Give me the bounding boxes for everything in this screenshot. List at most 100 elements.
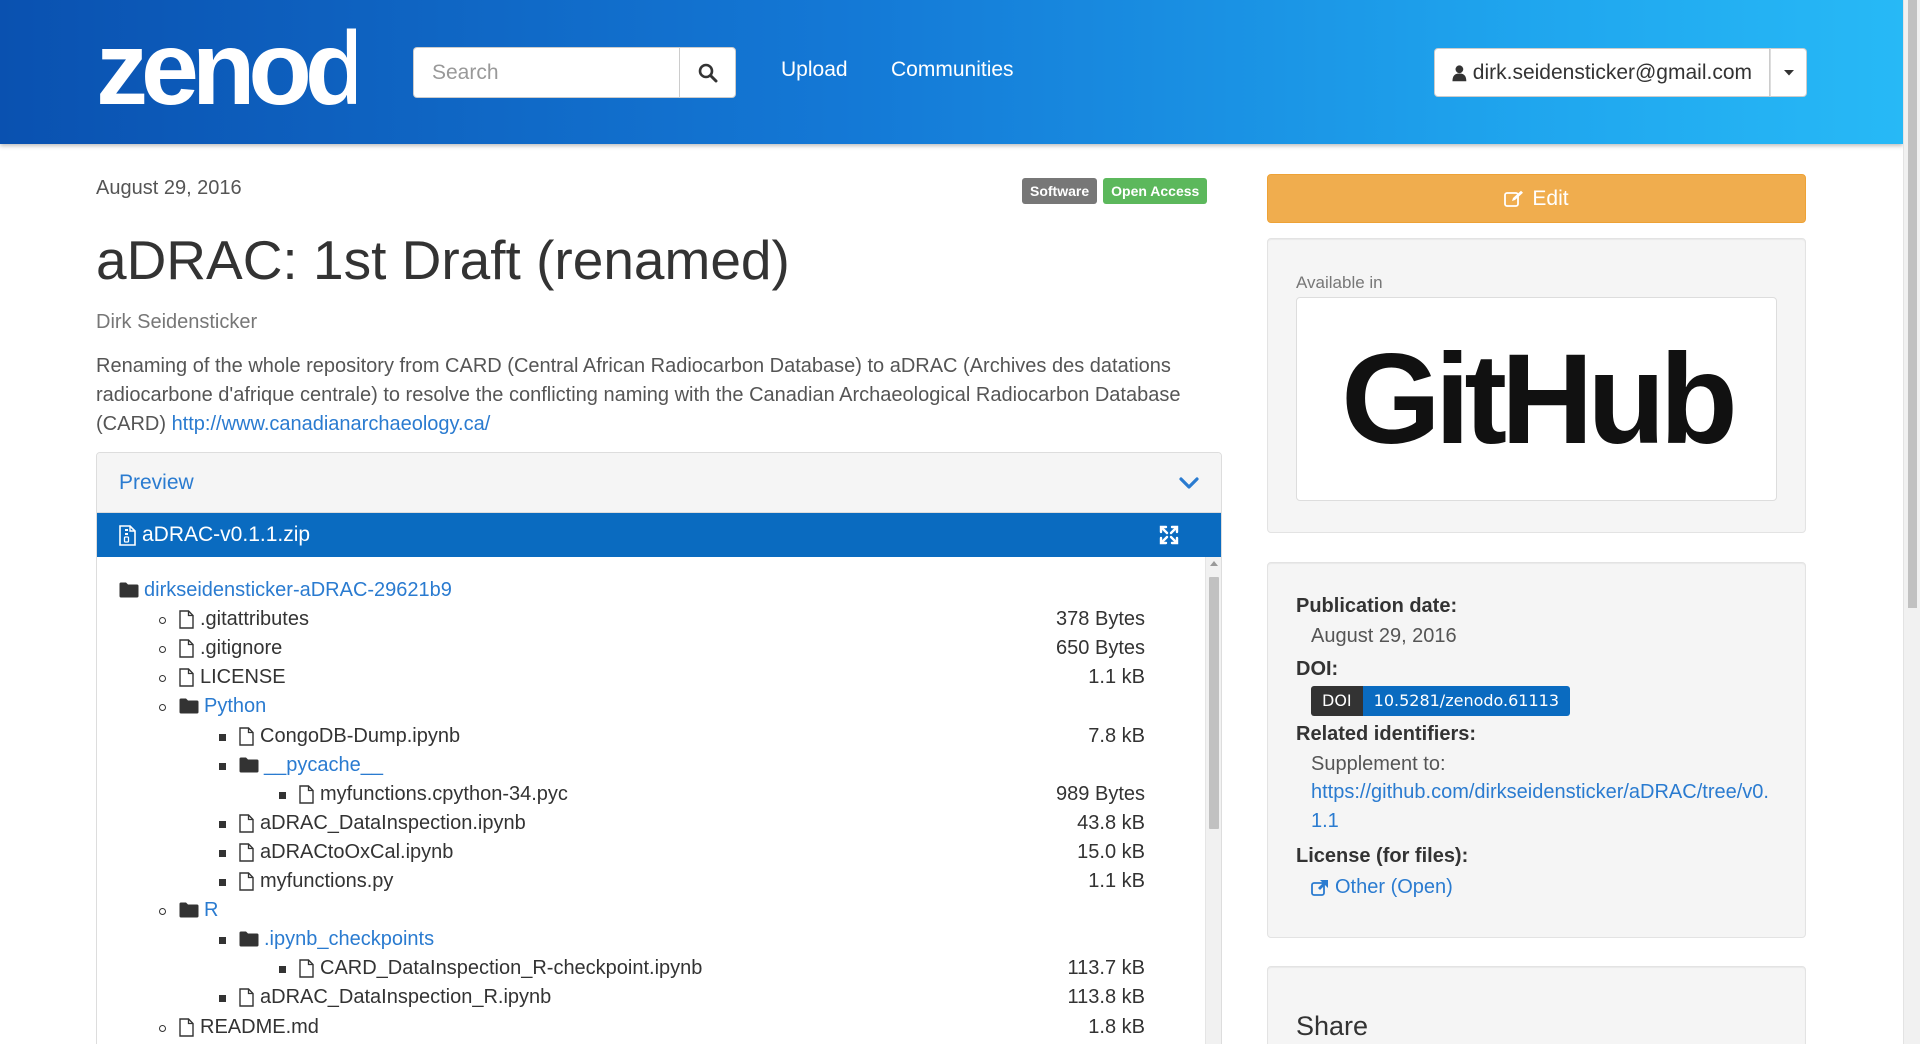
folder-icon (179, 697, 199, 720)
publication-date-label: Publication date: (1296, 595, 1458, 617)
tree-bullet (159, 1024, 166, 1032)
folder-name[interactable]: dirkseidensticker-aDRAC-29621b9 (144, 579, 452, 602)
page-scroll-thumb[interactable] (1908, 0, 1917, 608)
license-link[interactable]: Other (Open) (1311, 873, 1453, 902)
description-link[interactable]: http://www.canadianarchaeology.ca/ (172, 413, 491, 435)
record-badges: Software Open Access (1022, 178, 1208, 204)
search-input[interactable] (413, 47, 679, 98)
license-label: License (for files): (1296, 845, 1469, 867)
file-size: 1.8 kB (1088, 1015, 1145, 1038)
file-name: aDRAC_DataInspection.ipynb (260, 811, 526, 834)
file-name: CongoDB-Dump.ipynb (260, 724, 461, 747)
tree-bullet (219, 879, 226, 886)
record-description: Renaming of the whole repository from CA… (96, 352, 1226, 439)
folder-name[interactable]: R (204, 899, 218, 922)
nav-communities-link[interactable]: Communities (891, 58, 1014, 82)
user-account-button[interactable]: dirk.seidensticker@gmail.com (1434, 48, 1770, 97)
file-size: 43.8 kB (1077, 811, 1145, 834)
zip-file-icon (119, 524, 136, 546)
tree-bullet (159, 908, 166, 916)
tree-bullet (219, 762, 226, 770)
file-icon (239, 814, 254, 839)
folder-icon (239, 756, 259, 779)
file-size: 113.7 kB (1067, 957, 1145, 980)
tree-folder-row[interactable]: R (97, 897, 1187, 926)
page-scrollbar[interactable] (1903, 0, 1920, 1044)
file-tree: dirkseidensticker-aDRAC-29621b9 .gitattri… (97, 557, 1221, 1044)
file-icon (179, 1017, 194, 1043)
file-name: CARD_DataInspection_R-checkpoint.ipynb (320, 957, 703, 980)
user-dropdown-toggle[interactable] (1770, 48, 1807, 97)
file-icon (299, 784, 314, 810)
doi-label: DOI: (1296, 658, 1339, 680)
preview-scroll-thumb[interactable] (1209, 577, 1219, 829)
folder-name[interactable]: __pycache__ (264, 754, 383, 777)
github-link[interactable]: GitHub (1296, 297, 1777, 501)
file-icon (239, 726, 254, 752)
tree-file-row: aDRACtoOxCal.ipynb 15.0 kB (97, 839, 1187, 868)
file-name: LICENSE (200, 666, 286, 689)
scroll-up-arrow[interactable] (1210, 561, 1218, 566)
share-title: Share (1296, 1011, 1369, 1041)
expand-icon[interactable] (1159, 525, 1179, 545)
folder-icon (239, 930, 259, 953)
file-name: aDRACtoOxCal.ipynb (260, 840, 454, 863)
record-date: August 29, 2016 (96, 177, 242, 199)
tree-bullet (279, 966, 286, 974)
tree-folder-row[interactable]: .ipynb_checkpoints (97, 926, 1187, 955)
tree-file-row: CARD_DataInspection_R-checkpoint.ipynb 11… (97, 955, 1187, 984)
logo-text: zenodo (96, 20, 356, 116)
related-relation: Supplement to: (1311, 753, 1446, 775)
nav-upload-link[interactable]: Upload (781, 58, 848, 82)
tree-bullet (279, 791, 286, 799)
external-link-icon (1311, 879, 1328, 896)
doi-badge[interactable]: DOI 10.5281/zenodo.61113 (1311, 686, 1571, 716)
folder-icon (179, 901, 199, 924)
tree-bullet (219, 995, 226, 1003)
tree-file-row: .gitignore 650 Bytes (97, 635, 1187, 664)
tree-folder-row[interactable]: __pycache__ (97, 752, 1187, 781)
edit-icon (1504, 190, 1524, 207)
share-panel: Share (1267, 966, 1806, 1044)
search-button[interactable] (679, 47, 736, 98)
tree-bullet (219, 733, 226, 741)
tree-bullet (219, 849, 226, 857)
file-icon (239, 872, 254, 897)
folder-icon (119, 581, 139, 604)
tree-bullet (159, 675, 166, 683)
publication-date-value: August 29, 2016 (1311, 625, 1457, 647)
user-menu: dirk.seidensticker@gmail.com (1434, 48, 1807, 97)
folder-name[interactable]: Python (204, 695, 266, 718)
tree-folder-row[interactable]: Python (97, 693, 1187, 722)
tree-file-row: aDRAC_DataInspection_R.ipynb 113.8 kB (97, 984, 1187, 1013)
tree-file-row: README.md 1.8 kB (97, 1014, 1187, 1043)
tree-folder-row[interactable]: dirkseidensticker-aDRAC-29621b9 (97, 577, 1187, 606)
preview-header[interactable]: Preview (97, 453, 1221, 513)
record-title: aDRAC: 1st Draft (renamed) (96, 229, 790, 291)
preview-file-bar: aDRAC-v0.1.1.zip (97, 513, 1221, 557)
edit-button[interactable]: Edit (1267, 174, 1806, 223)
file-icon (179, 639, 194, 664)
software-badge: Software (1022, 178, 1098, 204)
file-size: 15.0 kB (1077, 840, 1145, 863)
file-name: .gitattributes (200, 608, 309, 631)
file-icon (299, 959, 314, 984)
tree-bullet (219, 937, 226, 945)
file-size: 7.8 kB (1088, 724, 1145, 747)
zenodo-logo[interactable]: zenodo (96, 20, 356, 116)
tree-file-row: .gitattributes 378 Bytes (97, 606, 1187, 635)
file-icon (239, 843, 254, 868)
license-value: Other (Open) (1335, 876, 1453, 898)
preview-scrollbar[interactable] (1205, 557, 1221, 1044)
user-icon (1452, 64, 1467, 81)
folder-name[interactable]: .ipynb_checkpoints (264, 928, 434, 951)
file-name: myfunctions.py (260, 870, 394, 892)
github-logo: GitHub (1341, 327, 1738, 471)
file-icon (239, 988, 254, 1013)
related-identifier-link[interactable]: https://github.com/dirkseidensticker/aDR… (1311, 778, 1781, 836)
file-size: 1.1 kB (1088, 870, 1145, 892)
chevron-down-icon[interactable] (1179, 476, 1199, 490)
file-icon (179, 610, 194, 635)
search-icon (698, 63, 717, 82)
preview-title: Preview (119, 470, 194, 494)
